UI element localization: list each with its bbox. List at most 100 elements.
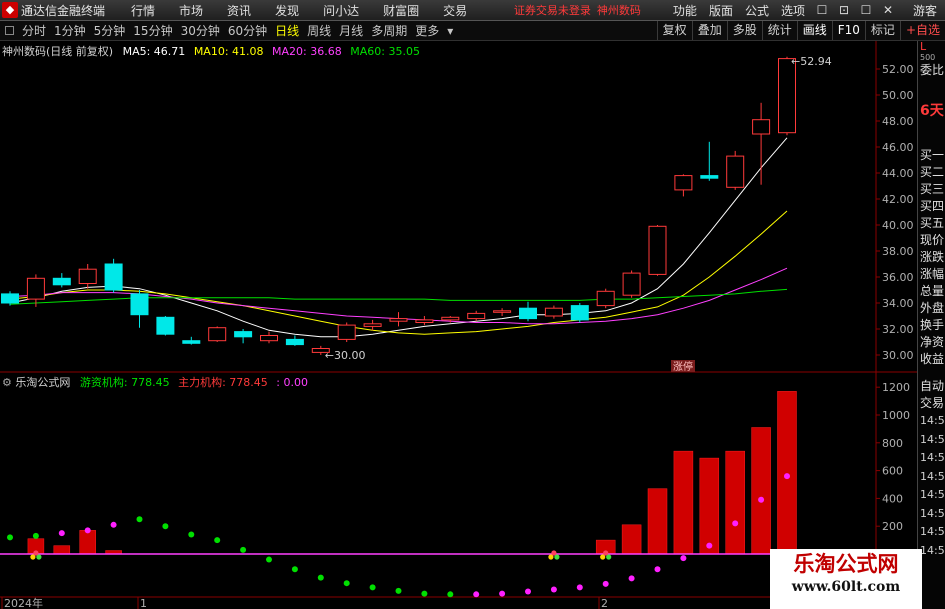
indicator-tick-label: 1000 [882, 409, 910, 422]
hot-money-label: 游资机构: 778.45 [79, 376, 170, 389]
indicator-dot [576, 584, 583, 591]
candle-body [519, 307, 537, 320]
field-volume: 总量 [920, 284, 945, 298]
field-turnover: 换手 [920, 318, 945, 332]
indicator-dot [32, 532, 39, 539]
indicator-dot [421, 590, 428, 597]
candle-body [544, 307, 563, 317]
indicator-bar [699, 457, 720, 555]
candle-body [363, 323, 382, 327]
tick-time: 14:56 [920, 414, 945, 427]
field-outer: 外盘 [920, 301, 945, 315]
right-info-panel: L 500 委比 6天 买一 买二 买三 买四 买五 现价 涨跌 涨幅 总量 外… [917, 41, 945, 609]
price-tick-label: 32.00 [882, 323, 914, 336]
indicator-dot [628, 575, 635, 582]
indicator-dot [214, 537, 221, 544]
indicator-bar [751, 427, 771, 555]
indicator-dot [317, 574, 324, 581]
panel-l-label: L [920, 41, 927, 53]
indicator-dot [550, 586, 557, 593]
bid-2: 买二 [920, 165, 945, 179]
candle-body [260, 335, 278, 342]
candle-body [596, 290, 615, 307]
candle-body [648, 225, 667, 275]
candle-body [78, 268, 97, 285]
indicator-tick-label: 800 [882, 437, 903, 450]
field-net-assets: 净资 [920, 335, 945, 349]
indicator-dot [706, 542, 713, 549]
indicator-name: 乐淘公式网 [15, 376, 71, 389]
tick-time: 14:56 [920, 488, 945, 501]
indicator-dot [525, 588, 531, 595]
indicator-dot [369, 584, 376, 591]
chart-canvas[interactable]: 30.00 32.00 34.00 36.00 38.00 40.00 42.00 44.00… [0, 0, 917, 609]
tick-time: 14:56 [920, 543, 945, 557]
indicator-bar [621, 524, 642, 555]
indicator-dot [343, 580, 350, 587]
watermark: 乐淘公式网 www.60lt.com [770, 549, 922, 609]
indicator-bar [777, 391, 797, 555]
candle-body [441, 316, 460, 321]
signal-marker [33, 550, 39, 556]
price-tick-label: 44.00 [882, 167, 914, 180]
price-tick-label: 52.00 [882, 63, 914, 76]
candle-body [493, 310, 512, 313]
price-tick-label: 30.00 [882, 349, 914, 362]
candle-body [337, 324, 356, 340]
sub-chart-legend: ⚙ 乐淘公式网 游资机构: 778.45 主力机构: 778.45 : 0.00 [2, 374, 313, 390]
candle-body [130, 293, 149, 316]
indicator-bar [53, 545, 71, 555]
bid-5: 买五 [920, 216, 945, 230]
high-price-label: ←52.94 [791, 55, 832, 68]
bid-4: 买四 [920, 199, 945, 213]
indicator-dot [84, 527, 91, 534]
indicator-tick-label: 600 [882, 465, 903, 478]
indicator-dot [188, 531, 195, 538]
indicator-bar [647, 488, 668, 555]
x-tick-label: 1 [140, 597, 147, 609]
price-tick-label: 50.00 [882, 89, 914, 102]
ma20-label: MA20: 36.68 [272, 45, 342, 58]
auto-label[interactable]: 自动 [918, 378, 945, 395]
indicator-dot [602, 580, 609, 587]
candle-body [415, 319, 434, 323]
field-change: 涨跌 [920, 250, 945, 264]
ma10-label: MA10: 41.08 [193, 45, 264, 58]
x-tick-label: 2024年 [4, 596, 43, 609]
ma5-label: MA5: 46.71 [122, 45, 186, 58]
trade-label[interactable]: 交易 [918, 395, 945, 412]
candle-body [700, 175, 719, 179]
indicator-dot [291, 566, 298, 573]
field-price: 现价 [920, 233, 945, 247]
tick-time: 14:56 [920, 432, 945, 446]
price-tick-label: 46.00 [882, 141, 914, 154]
candle-body [674, 175, 693, 191]
indicator-dot [395, 587, 402, 594]
indicator-dot [758, 496, 765, 503]
main-force-label: 主力机构: 778.45 [178, 376, 268, 389]
signal-marker [551, 550, 557, 556]
indicator-dot [784, 473, 790, 480]
indicator-dot [136, 516, 143, 523]
candle-body [622, 272, 641, 296]
price-tick-label: 36.00 [882, 271, 914, 284]
indicator-dot [7, 534, 13, 541]
gear-icon[interactable]: ⚙ [2, 376, 12, 389]
ma60-label: MA60: 35.05 [350, 45, 420, 58]
price-tick-label: 40.00 [882, 219, 914, 232]
candle-body [752, 119, 771, 135]
indicator-dot [162, 523, 169, 530]
ma5-line [9, 137, 788, 338]
price-tick-label: 38.00 [882, 245, 914, 258]
candle-body [156, 316, 175, 335]
indicator-dot [654, 566, 661, 573]
indicator-dot [680, 555, 687, 562]
field-earnings: 收益 [920, 352, 945, 366]
order-ratio-label: 委比 [920, 63, 945, 77]
candle-body [1, 293, 19, 304]
indicator-dot [447, 591, 454, 598]
watermark-url: www.60lt.com [791, 579, 901, 595]
tick-time: 14:56 [920, 451, 945, 464]
candle-body [208, 327, 227, 342]
field-change-pct: 涨幅 [920, 267, 945, 281]
